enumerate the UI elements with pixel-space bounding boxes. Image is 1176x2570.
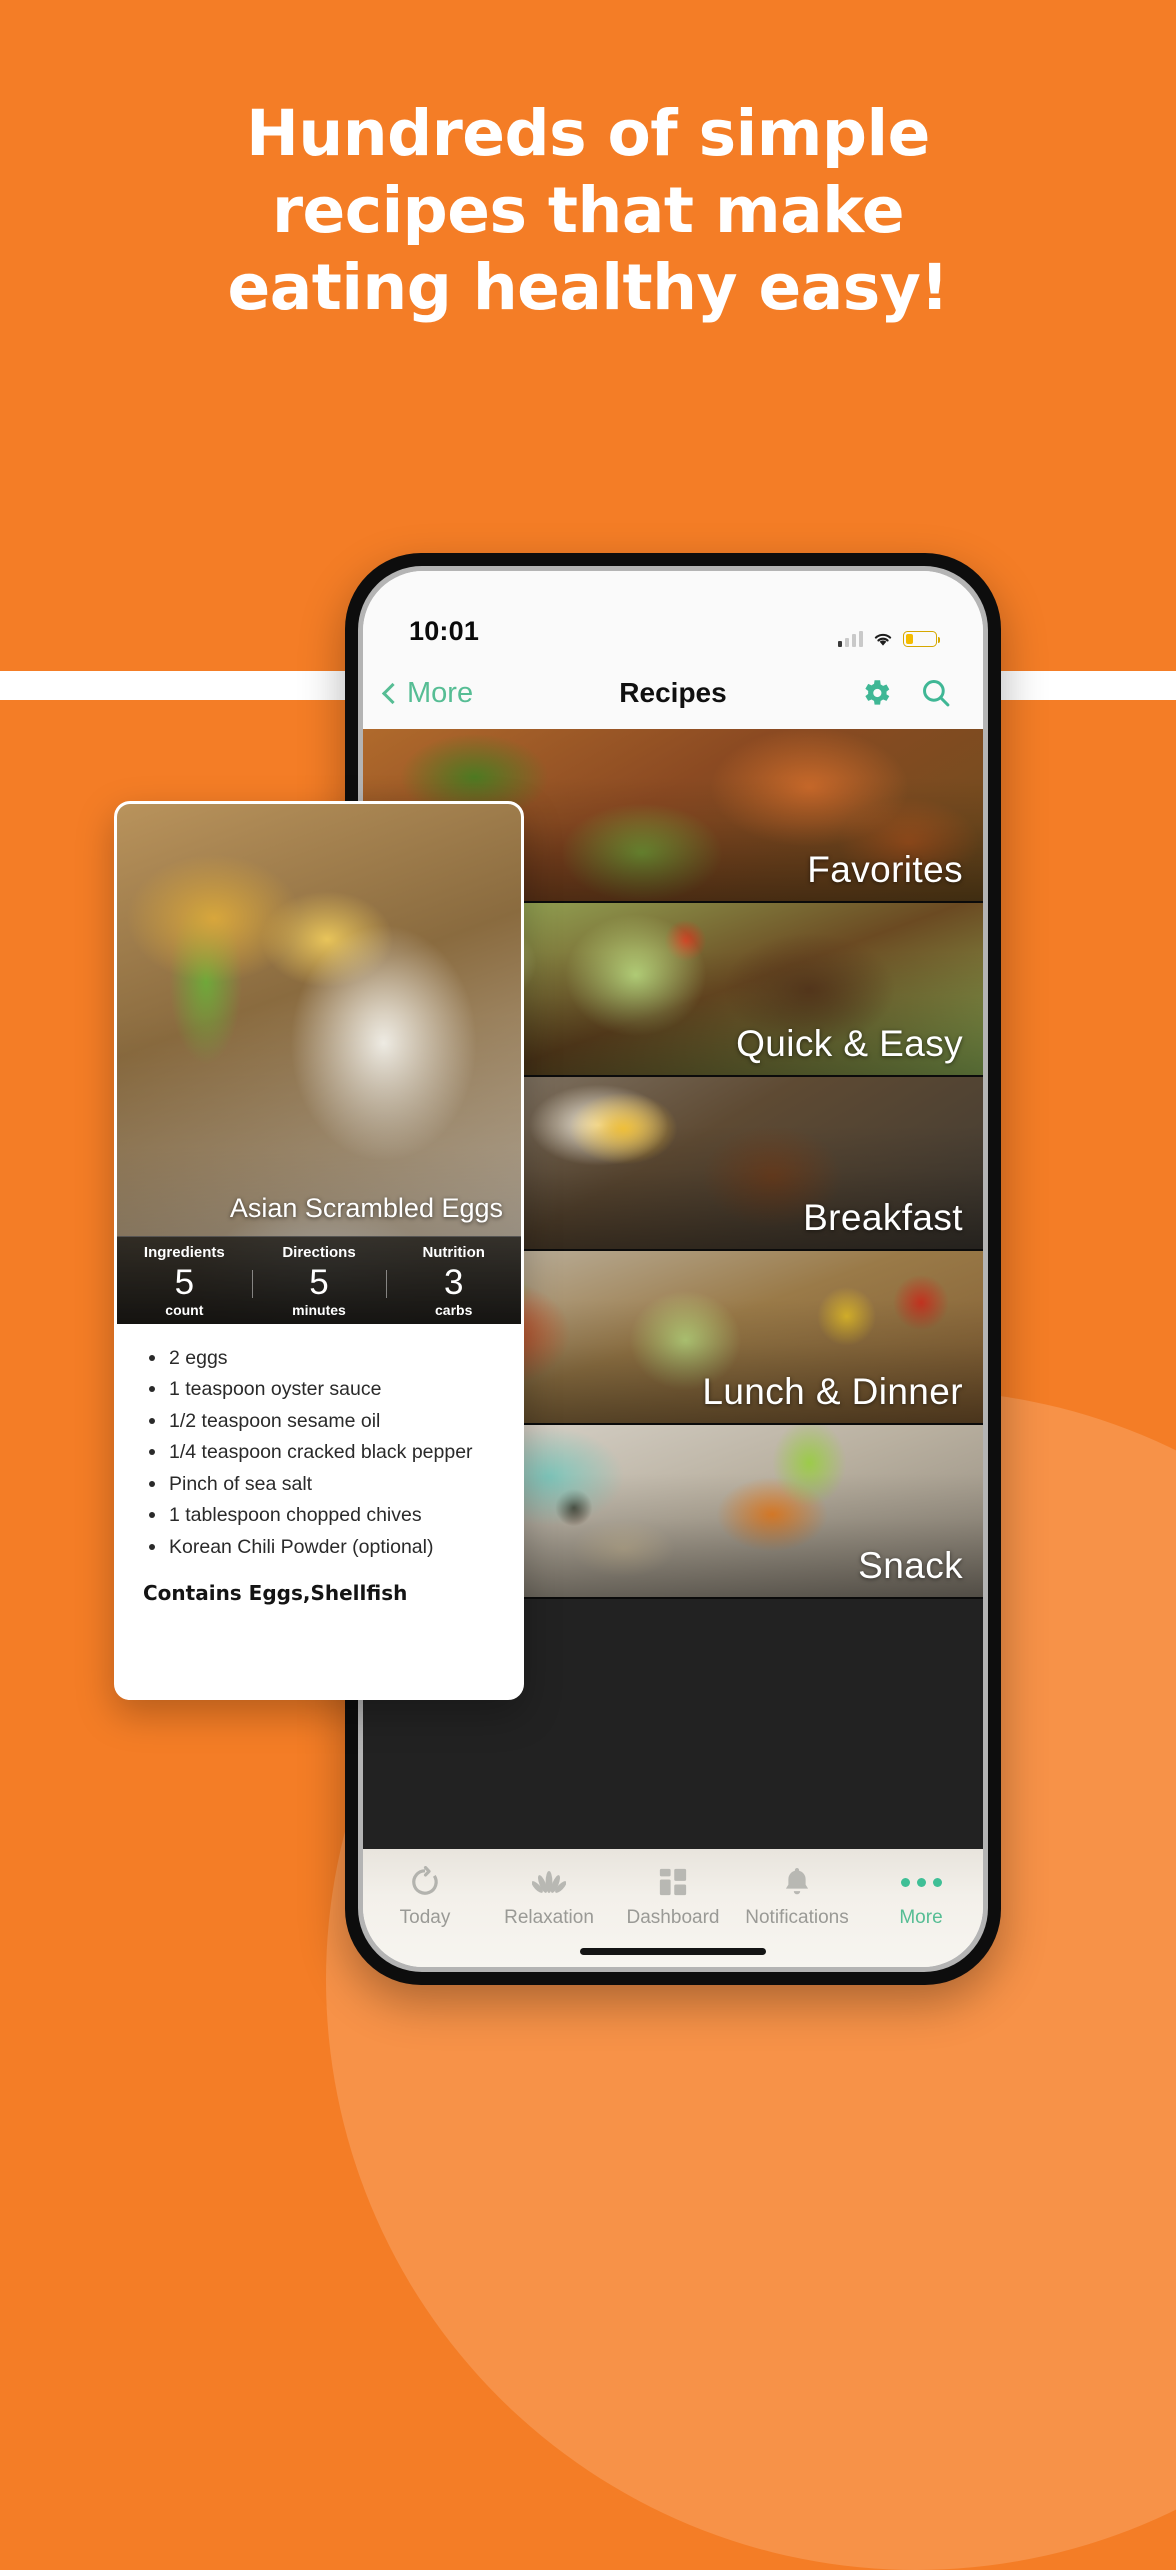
recipe-title: Asian Scrambled Eggs: [229, 1193, 503, 1224]
stat-value: 3: [443, 1263, 464, 1303]
tab-today[interactable]: Today: [363, 1865, 487, 1929]
status-bar: 10:01: [363, 571, 983, 657]
stat-heading: Directions: [282, 1244, 356, 1262]
stat-value: 5: [309, 1263, 329, 1303]
category-label: Favorites: [807, 849, 963, 890]
grid-icon: [658, 1865, 688, 1899]
recipe-stat-directions[interactable]: Directions 5 minutes: [251, 1244, 387, 1318]
recipe-stats-row: Ingredients 5 count Directions 5 minutes…: [117, 1236, 521, 1324]
back-button[interactable]: More: [381, 676, 474, 710]
tab-more[interactable]: More: [859, 1865, 983, 1929]
recipe-body: 2 eggs 1 teaspoon oyster sauce 1/2 teasp…: [117, 1324, 521, 1605]
stat-unit: carbs: [435, 1302, 473, 1318]
promo-headline: Hundreds of simple recipes that make eat…: [0, 96, 1176, 327]
chevron-left-icon: [381, 682, 404, 705]
gear-icon[interactable]: [859, 676, 893, 710]
lotus-icon: [532, 1865, 566, 1899]
stat-unit: minutes: [292, 1302, 346, 1318]
tab-dashboard[interactable]: Dashboard: [611, 1865, 735, 1929]
category-label: Snack: [858, 1545, 963, 1586]
navigation-bar: More Recipes: [363, 657, 983, 729]
list-item: 1 teaspoon oyster sauce: [143, 1375, 495, 1403]
battery-low-icon: [903, 631, 941, 647]
status-bar-clock: 10:01: [409, 616, 480, 646]
tab-label: Relaxation: [504, 1907, 594, 1928]
stat-heading: Ingredients: [143, 1244, 225, 1262]
back-button-label: More: [407, 676, 474, 709]
tab-label: Today: [399, 1907, 451, 1928]
stat-heading: Nutrition: [422, 1244, 485, 1262]
list-item: 1/4 teaspoon cracked black pepper: [143, 1438, 495, 1466]
headline-line-1: Hundreds of simple: [246, 97, 930, 170]
stat-unit: count: [165, 1302, 204, 1318]
recipe-photo: Asian Scrambled Eggs Ingredients 5 count…: [117, 804, 521, 1324]
headline-line-2: recipes that make: [271, 173, 905, 247]
category-label: Breakfast: [803, 1197, 963, 1238]
headline-line-3: eating healthy easy!: [227, 250, 949, 324]
tab-label: Dashboard: [626, 1907, 720, 1928]
list-item: Pinch of sea salt: [143, 1470, 495, 1498]
bell-icon: [782, 1865, 812, 1899]
allergen-note: Contains Eggs,Shellfish: [143, 1581, 408, 1606]
recipe-stat-nutrition[interactable]: Nutrition 3 carbs: [386, 1244, 521, 1318]
list-item: 1 tablespoon chopped chives: [143, 1501, 495, 1529]
recipe-stat-ingredients[interactable]: Ingredients 5 count: [117, 1244, 252, 1318]
stat-value: 5: [174, 1263, 195, 1303]
list-item: 1/2 teaspoon sesame oil: [143, 1407, 495, 1435]
three-dots-icon: [900, 1865, 942, 1899]
refresh-circle-icon: [409, 1865, 441, 1899]
tab-notifications[interactable]: Notifications: [735, 1865, 859, 1929]
category-label: Lunch & Dinner: [702, 1371, 963, 1412]
status-bar-icons: [837, 631, 941, 647]
tab-relaxation[interactable]: Relaxation: [487, 1865, 611, 1929]
recipe-detail-card: Asian Scrambled Eggs Ingredients 5 count…: [114, 801, 524, 1700]
tab-label: Notifications: [745, 1907, 849, 1928]
cellular-signal-icon: [837, 631, 863, 647]
home-indicator: [580, 1948, 766, 1955]
ingredient-list: 2 eggs 1 teaspoon oyster sauce 1/2 teasp…: [143, 1344, 495, 1561]
list-item: Korean Chili Powder (optional): [143, 1533, 495, 1561]
navigation-actions: [859, 676, 953, 710]
bottom-tab-bar: Today Relaxation Dashboard Notifications…: [363, 1849, 983, 1967]
list-item: 2 eggs: [143, 1344, 495, 1372]
wifi-icon: [874, 633, 892, 646]
search-icon[interactable]: [919, 676, 953, 710]
tab-label: More: [899, 1907, 943, 1928]
category-label: Quick & Easy: [736, 1023, 963, 1064]
